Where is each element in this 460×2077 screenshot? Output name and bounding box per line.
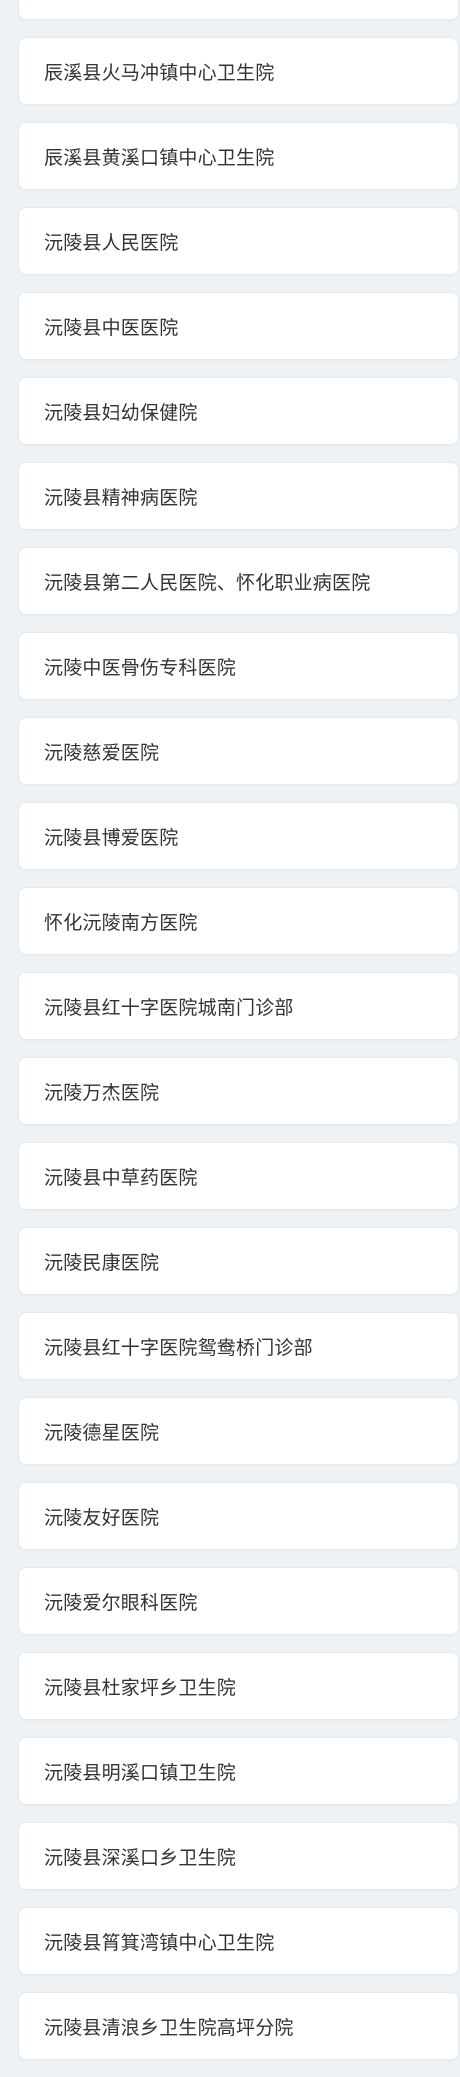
list-item[interactable]: 沅陵县第二人民医院、怀化职业病医院 — [18, 547, 459, 615]
list-item-label: 沅陵县红十字医院鸳鸯桥门诊部 — [44, 1336, 313, 1359]
list-item-label: 沅陵友好医院 — [44, 1506, 160, 1529]
list-item-label: 辰溪县黄溪口镇中心卫生院 — [44, 146, 275, 169]
list-item-label: 沅陵县清浪乡卫生院高坪分院 — [44, 2016, 294, 2039]
list-item-label: 沅陵县明溪口镇卫生院 — [44, 1761, 237, 1784]
list-item-label: 沅陵德星医院 — [44, 1421, 160, 1444]
list-item[interactable]: 沅陵中医骨伤专科医院 — [18, 632, 459, 700]
list-item-label: 沅陵县中医医院 — [44, 316, 179, 339]
list-item[interactable]: 辰溪县黄溪口镇中心卫生院 — [18, 122, 459, 190]
list-item[interactable]: 沅陵德星医院 — [18, 1397, 459, 1465]
list-item-label: 沅陵慈爱医院 — [44, 741, 160, 764]
list-item-label: 怀化沅陵南方医院 — [44, 911, 198, 934]
list-item[interactable]: 沅陵县中草药医院 — [18, 1142, 459, 1210]
list-item[interactable]: 沅陵爱尔眼科医院 — [18, 1567, 459, 1635]
list-item[interactable]: 沅陵县杜家坪乡卫生院 — [18, 1652, 459, 1720]
list-item-label: 沅陵县红十字医院城南门诊部 — [44, 996, 294, 1019]
list-item[interactable]: 沅陵万杰医院 — [18, 1057, 459, 1125]
list-item[interactable] — [18, 0, 459, 20]
list-item[interactable]: 沅陵县筲箕湾镇中心卫生院 — [18, 1907, 459, 1975]
list-item-label: 沅陵中医骨伤专科医院 — [44, 656, 237, 679]
list-item[interactable]: 沅陵县深溪口乡卫生院 — [18, 1822, 459, 1890]
list-item[interactable]: 沅陵县精神病医院 — [18, 462, 459, 530]
list-item[interactable]: 沅陵县清浪乡卫生院高坪分院 — [18, 1992, 459, 2060]
list-item[interactable]: 沅陵县红十字医院城南门诊部 — [18, 972, 459, 1040]
list-item-label: 沅陵民康医院 — [44, 1251, 160, 1274]
list-item-label: 沅陵县中草药医院 — [44, 1166, 198, 1189]
list-item-label: 沅陵爱尔眼科医院 — [44, 1591, 198, 1614]
list-item-label: 辰溪县火马冲镇中心卫生院 — [44, 61, 275, 84]
list-item-label: 沅陵县妇幼保健院 — [44, 401, 198, 424]
list-item[interactable]: 沅陵县明溪口镇卫生院 — [18, 1737, 459, 1805]
list-item[interactable]: 沅陵县红十字医院鸳鸯桥门诊部 — [18, 1312, 459, 1380]
list-item[interactable]: 沅陵县妇幼保健院 — [18, 377, 459, 445]
list-item-label: 沅陵县人民医院 — [44, 231, 179, 254]
list-item[interactable]: 怀化沅陵南方医院 — [18, 887, 459, 955]
list-item[interactable]: 沅陵县博爱医院 — [18, 802, 459, 870]
list-item-label: 沅陵县第二人民医院、怀化职业病医院 — [44, 571, 371, 594]
list-item[interactable]: 沅陵慈爱医院 — [18, 717, 459, 785]
hospital-list: 辰溪县火马冲镇中心卫生院 辰溪县黄溪口镇中心卫生院 沅陵县人民医院 沅陵县中医医… — [0, 0, 460, 2077]
list-item[interactable]: 沅陵县人民医院 — [18, 207, 459, 275]
list-item-label: 沅陵县深溪口乡卫生院 — [44, 1846, 237, 1869]
list-item-label: 沅陵县筲箕湾镇中心卫生院 — [44, 1931, 275, 1954]
list-item-label: 沅陵万杰医院 — [44, 1081, 160, 1104]
list-item-label: 沅陵县杜家坪乡卫生院 — [44, 1676, 237, 1699]
list-item[interactable]: 沅陵友好医院 — [18, 1482, 459, 1550]
list-item[interactable]: 辰溪县火马冲镇中心卫生院 — [18, 37, 459, 105]
list-item[interactable]: 沅陵民康医院 — [18, 1227, 459, 1295]
list-item-label: 沅陵县精神病医院 — [44, 486, 198, 509]
list-item[interactable]: 沅陵县中医医院 — [18, 292, 459, 360]
list-item-label: 沅陵县博爱医院 — [44, 826, 179, 849]
